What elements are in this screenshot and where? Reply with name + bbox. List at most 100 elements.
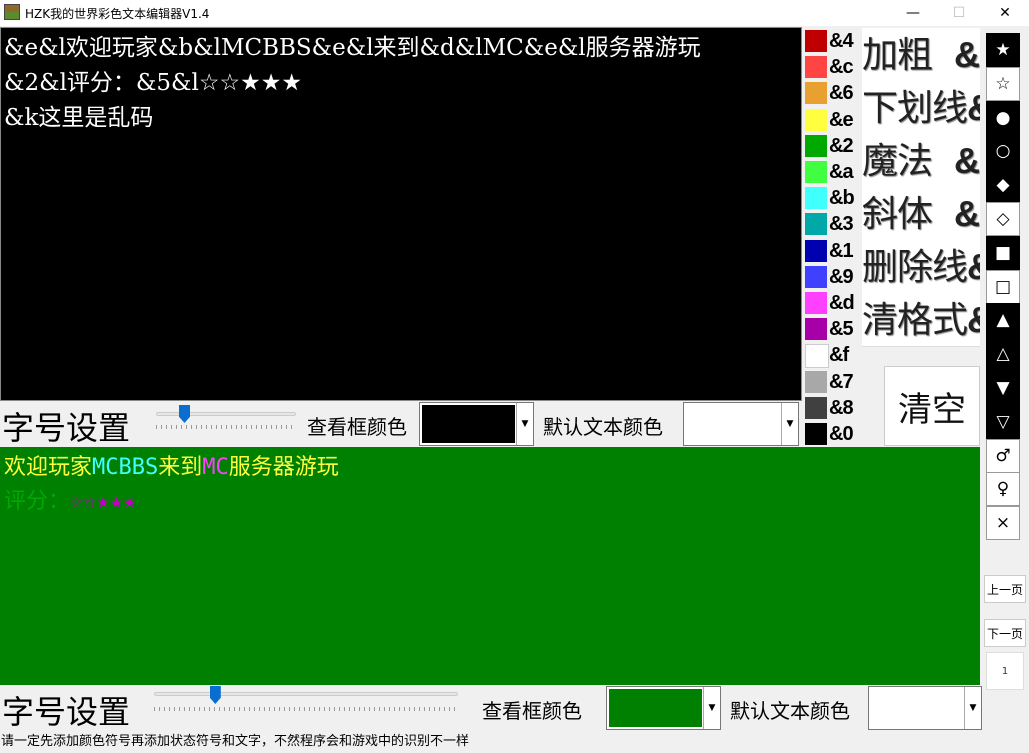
color-swatch[interactable] — [805, 318, 827, 341]
color-swatch-button[interactable]: &3 — [802, 211, 862, 237]
editor-line[interactable]: &e&l欢迎玩家&b&lMCBBS&e&l来到&d&lMC&e&l服务器游玩 — [4, 31, 798, 66]
bottom-default-color-label: 默认文本颜色 — [730, 699, 850, 723]
outline-star-icon[interactable]: ☆ — [986, 66, 1020, 101]
format-label: 下划线 — [862, 88, 968, 129]
top-view-color-select[interactable]: ▼ — [419, 402, 534, 446]
format-button[interactable]: 下划线&n — [862, 81, 980, 135]
color-swatch[interactable] — [805, 30, 827, 52]
outline-square-icon[interactable]: □ — [986, 269, 1020, 304]
filled-star-icon[interactable]: ★ — [986, 33, 1020, 67]
bottom-default-color-select[interactable]: ▼ — [868, 686, 982, 730]
color-swatch[interactable] — [805, 370, 827, 393]
color-swatch-button[interactable]: &f — [802, 342, 862, 369]
color-swatch-button[interactable]: &d — [802, 290, 862, 316]
color-swatch[interactable] — [805, 134, 827, 157]
color-code-label: &0 — [829, 423, 854, 445]
format-code: &k — [954, 140, 980, 181]
filled-triangle-up-icon[interactable]: ▲ — [986, 303, 1020, 338]
filled-diamond-icon[interactable]: ◆ — [986, 168, 1020, 203]
outline-diamond-icon[interactable]: ◇ — [986, 202, 1020, 236]
slider-thumb[interactable] — [179, 405, 190, 423]
color-swatch-button[interactable]: &2 — [802, 133, 862, 159]
filled-square-icon[interactable]: ■ — [986, 235, 1020, 270]
close-button[interactable]: ✕ — [982, 0, 1028, 26]
title-bar: HZK我的世界彩色文本编辑器V1.4 — ☐ ✕ — [0, 0, 1029, 26]
format-button[interactable]: 斜体&o — [862, 187, 980, 241]
slider-thumb[interactable] — [209, 686, 221, 704]
color-palette: &4 &c &6 &e &2 &a &b &3 &1 &9 &d &5 &f &7 &8 &0 — [802, 27, 862, 447]
dropdown-arrow-icon: ▼ — [964, 687, 981, 729]
minimize-button[interactable]: — — [890, 0, 936, 26]
color-swatch-button[interactable]: &9 — [802, 264, 862, 290]
color-code-label: &b — [829, 187, 855, 210]
top-settings-row: 字号设置 查看框颜色 ▼ 默认文本颜色 ▼ — [0, 401, 802, 447]
color-swatch — [871, 689, 963, 727]
color-swatch[interactable] — [805, 239, 827, 262]
preview-segment: MC — [202, 455, 229, 480]
color-swatch-button[interactable]: &c — [802, 54, 862, 80]
preview-line: 评分：☆☆★★★ — [4, 485, 976, 519]
maximize-button[interactable]: ☐ — [936, 0, 982, 26]
color-swatch[interactable] — [805, 82, 827, 105]
color-swatch[interactable] — [805, 396, 827, 419]
color-swatch-button[interactable]: &1 — [802, 238, 862, 264]
top-default-color-select[interactable]: ▼ — [683, 402, 799, 446]
outline-circle-icon[interactable]: ○ — [986, 134, 1020, 169]
male-symbol-icon[interactable]: ♂ — [986, 438, 1020, 473]
status-bar: 请一定先添加颜色符号再添加状态符号和文字，不然程序会和游戏中的识别不一样 — [1, 734, 470, 749]
preview-segment: 来到 — [158, 455, 203, 480]
color-swatch-button[interactable]: &6 — [802, 80, 862, 106]
clear-button[interactable]: 清空 — [884, 366, 980, 446]
color-swatch[interactable] — [805, 292, 827, 314]
color-swatch[interactable] — [805, 187, 827, 210]
filled-triangle-down-icon[interactable]: ▼ — [986, 371, 1020, 405]
next-page-button[interactable]: 下一页 — [984, 619, 1026, 647]
color-swatch[interactable] — [805, 108, 827, 131]
preview-segment: MCBBS — [92, 455, 159, 480]
color-swatch[interactable] — [805, 423, 827, 445]
format-button[interactable]: 清格式&r — [862, 293, 980, 347]
preview-line: 欢迎玩家MCBBS来到MC服务器游玩 — [4, 451, 976, 485]
color-swatch[interactable] — [805, 161, 827, 183]
format-code: &o — [954, 193, 980, 234]
format-button[interactable]: 删除线&m — [862, 240, 980, 294]
editor-line[interactable]: &k这里是乱码 — [4, 101, 798, 136]
color-swatch[interactable] — [805, 265, 827, 288]
top-font-size-slider[interactable] — [148, 403, 300, 443]
app-icon — [4, 4, 20, 20]
bottom-font-size-slider[interactable] — [146, 685, 464, 725]
format-code: &n — [967, 87, 980, 128]
color-swatch-button[interactable]: &e — [802, 107, 862, 133]
multiply-icon[interactable]: × — [986, 506, 1020, 541]
color-swatch[interactable] — [805, 344, 829, 369]
format-button[interactable]: 魔法&k — [862, 134, 980, 188]
color-swatch-button[interactable]: &b — [802, 185, 862, 211]
format-label: 加粗 — [862, 35, 933, 76]
color-code-label: &a — [829, 161, 854, 183]
format-code: &r — [967, 299, 980, 340]
bottom-font-size-label: 字号设置 — [2, 693, 131, 731]
editor-line[interactable]: &2&l评分：&5&l☆☆★★★ — [4, 66, 798, 101]
color-code-label: &d — [829, 292, 855, 314]
color-swatch-button[interactable]: &0 — [802, 421, 862, 447]
color-swatch[interactable] — [805, 213, 827, 236]
color-swatch[interactable] — [805, 56, 827, 79]
female-symbol-icon[interactable]: ♀ — [986, 472, 1020, 507]
color-swatch-button[interactable]: &8 — [802, 395, 862, 421]
filled-circle-icon[interactable]: ● — [986, 100, 1020, 135]
outline-triangle-down-icon[interactable]: ▽ — [986, 404, 1020, 439]
color-code-label: &2 — [829, 134, 854, 157]
color-swatch-button[interactable]: &a — [802, 159, 862, 185]
outline-triangle-up-icon[interactable]: △ — [986, 337, 1020, 372]
color-swatch-button[interactable]: &5 — [802, 316, 862, 342]
format-button[interactable]: 加粗&l — [862, 28, 980, 82]
color-swatch-button[interactable]: &4 — [802, 28, 862, 54]
color-code-label: &4 — [829, 30, 854, 52]
code-editor[interactable]: &e&l欢迎玩家&b&lMCBBS&e&l来到&d&lMC&e&l服务器游玩 &… — [0, 27, 802, 401]
bottom-view-color-select[interactable]: ▼ — [606, 686, 721, 730]
prev-page-button[interactable]: 上一页 — [984, 575, 1026, 603]
bottom-view-color-label: 查看框颜色 — [482, 699, 582, 723]
dropdown-arrow-icon: ▼ — [516, 403, 533, 445]
color-code-label: &6 — [829, 82, 854, 105]
color-swatch-button[interactable]: &7 — [802, 369, 862, 395]
